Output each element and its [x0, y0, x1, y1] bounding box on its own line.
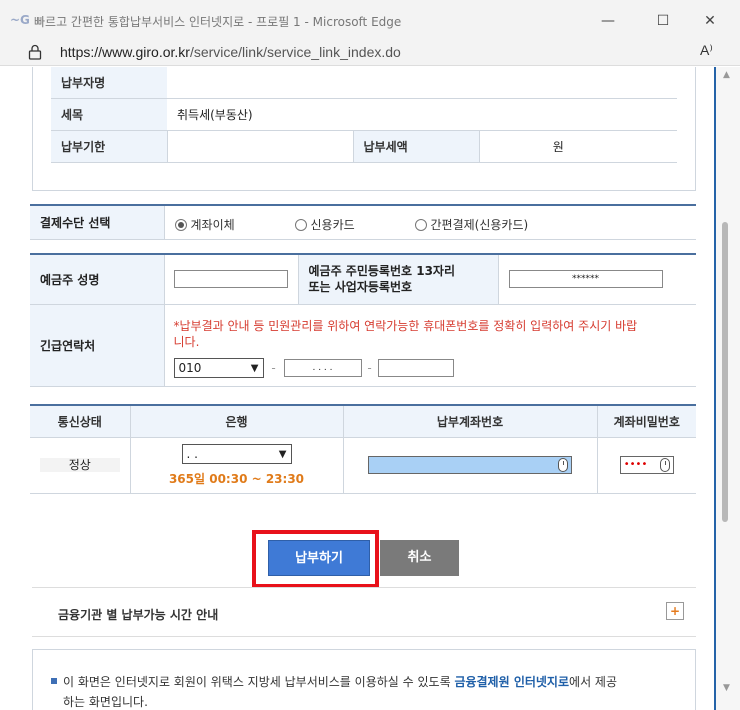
radio-bank-transfer[interactable]: 계좌이체 [174, 216, 235, 233]
title-bar: ~G 빠르고 간편한 통합납부서비스 인터넷지로 - 프로필 1 - Micro… [0, 0, 740, 40]
page-viewport: 납부자명 세목 취득세(부동산) 납부기한 납부세액 원 결제수단 선택 계좌이… [0, 67, 716, 710]
password-cell: •••• [597, 437, 696, 494]
bank-account-table: 통신상태 은행 납부계좌번호 계좌비밀번호 정상 . . ▼ 365일 00:30… [30, 404, 696, 494]
account-password-input[interactable]: •••• [619, 456, 674, 474]
minimize-button[interactable]: — [588, 8, 628, 34]
radio-empty-icon[interactable] [294, 219, 307, 231]
contact-warning: *납부결과 안내 등 민원관리를 위하여 연락가능한 휴대폰번호를 정확히 입력… [173, 319, 638, 349]
scrollbar[interactable]: ▲ ▼ [716, 67, 740, 710]
payer-name-value [167, 67, 677, 99]
payment-method-options: 계좌이체 신용카드 간편결제(신용카드) [164, 205, 696, 240]
radio-empty-icon[interactable] [414, 219, 427, 231]
bank-hours: 365일 00:30 ~ 23:30 [168, 471, 305, 486]
notice-box: 이 화면은 인터넷지로 회원이 위택스 지방세 납부서비스를 이용하실 수 있도… [32, 649, 696, 710]
cancel-button[interactable]: 취소 [380, 540, 459, 576]
contact-label: 긴급연락처 [30, 304, 165, 387]
expand-button[interactable]: + [666, 602, 684, 620]
due-date-value [166, 130, 353, 163]
phone-sep-2: - [367, 360, 372, 375]
notice-link[interactable]: 금융결제원 인터넷지로 [454, 675, 569, 689]
radio-easy-pay[interactable]: 간편결제(신용카드) [414, 216, 528, 233]
header-status: 통신상태 [30, 405, 131, 438]
depositor-name-label: 예금주 성명 [30, 254, 165, 305]
amount-label: 납부세액 [352, 130, 479, 163]
phone-middle-input[interactable]: . . . . [283, 359, 362, 377]
chevron-down-icon: ▼ [250, 363, 259, 374]
depositor-id-cell: ****** [498, 254, 696, 305]
phone-last-input[interactable] [377, 359, 454, 377]
header-bank: 은행 [130, 405, 344, 438]
account-cell [343, 437, 598, 494]
depositor-name-input[interactable] [173, 270, 288, 289]
address-bar[interactable]: https://www.giro.or.kr/service/link/serv… [0, 40, 740, 66]
close-button[interactable]: ✕ [690, 8, 730, 34]
window-title: 빠르고 간편한 통합납부서비스 인터넷지로 - 프로필 1 - Microsof… [34, 15, 402, 29]
scroll-down-icon[interactable]: ▼ [723, 683, 730, 693]
tax-summary-box: 납부자명 세목 취득세(부동산) 납부기한 납부세액 원 [32, 67, 696, 191]
scroll-thumb[interactable] [722, 222, 728, 522]
bank-cell: . . ▼ 365일 00:30 ~ 23:30 [130, 437, 344, 494]
bank-select[interactable]: . . ▼ [181, 443, 292, 464]
account-number-input[interactable] [368, 456, 572, 474]
depositor-table: 예금주 성명 예금주 주민등록번호 13자리 또는 사업자등록번호 ******… [30, 253, 696, 387]
bank-hours-info-title: 금융기관 별 납부가능 시간 안내 [58, 608, 219, 622]
lock-icon [28, 44, 42, 60]
chevron-down-icon: ▼ [278, 448, 287, 460]
tax-item-value: 취득세(부동산) [167, 98, 677, 131]
tax-summary-table: 납부자명 세목 취득세(부동산) 납부기한 납부세액 원 [51, 67, 677, 163]
virtual-keypad-icon[interactable] [558, 458, 568, 472]
read-aloud-icon[interactable]: A⁾ [700, 42, 713, 59]
depositor-id-input[interactable]: ****** [508, 270, 663, 289]
depositor-name-cell [164, 254, 299, 305]
giro-logo-icon: ~G [10, 13, 30, 27]
status-cell: 정상 [30, 437, 131, 494]
bullet-square-icon [51, 678, 57, 684]
amount-value: 원 [478, 130, 677, 163]
payer-name-label: 납부자명 [51, 67, 167, 99]
contact-cell: *납부결과 안내 등 민원관리를 위하여 연락가능한 휴대폰번호를 정확히 입력… [164, 304, 696, 387]
status-value: 정상 [39, 458, 120, 472]
depositor-id-label: 예금주 주민등록번호 13자리 또는 사업자등록번호 [298, 254, 499, 305]
payment-method-table: 결제수단 선택 계좌이체 신용카드 간편결제(신용카드) [30, 204, 696, 240]
notice-text: 이 화면은 인터넷지로 회원이 위택스 지방세 납부서비스를 이용하실 수 있도… [51, 672, 691, 710]
tax-item-label: 세목 [51, 98, 167, 131]
bank-hours-info-box[interactable]: 금융기관 별 납부가능 시간 안내 + [32, 587, 696, 637]
url-text[interactable]: https://www.giro.or.kr/service/link/serv… [60, 44, 401, 60]
due-date-label: 납부기한 [51, 130, 167, 163]
header-account: 납부계좌번호 [343, 405, 598, 438]
phone-sep-1: - [271, 360, 276, 375]
payment-method-label: 결제수단 선택 [30, 205, 165, 240]
radio-credit-card[interactable]: 신용카드 [294, 216, 355, 233]
maximize-button[interactable]: ☐ [643, 8, 683, 34]
scroll-up-icon[interactable]: ▲ [723, 70, 730, 80]
virtual-keypad-icon[interactable] [659, 458, 670, 472]
radio-selected-icon[interactable] [174, 219, 187, 231]
phone-prefix-select[interactable]: 010 ▼ [173, 358, 264, 378]
pay-button[interactable]: 납부하기 [268, 540, 370, 576]
header-password: 계좌비밀번호 [597, 405, 696, 438]
